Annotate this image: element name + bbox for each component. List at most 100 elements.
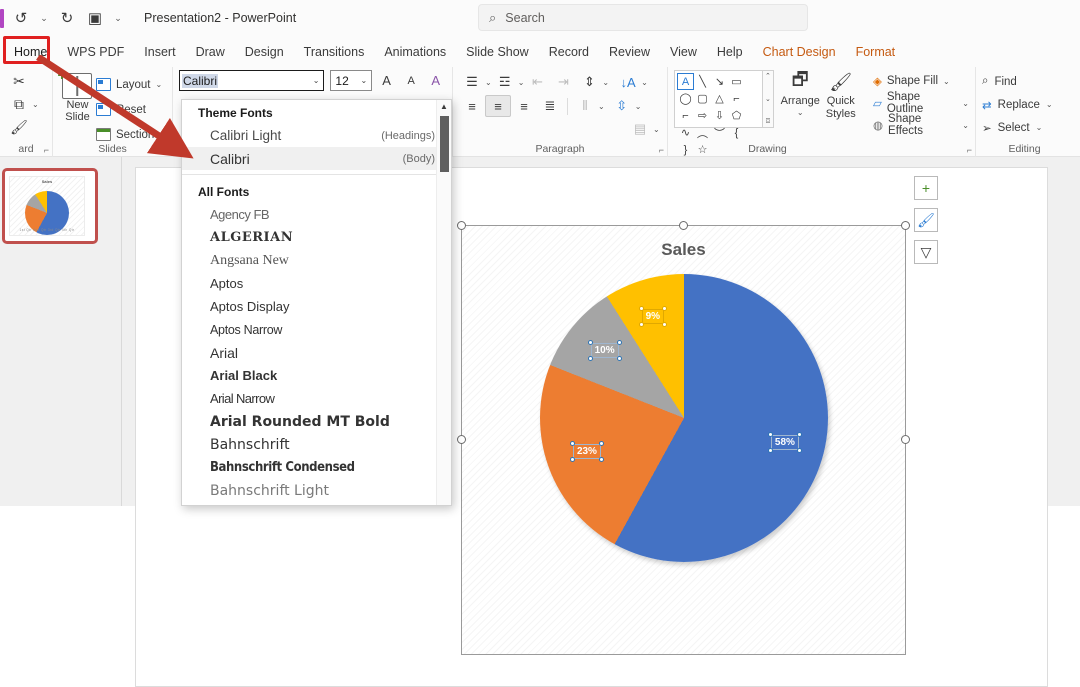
numbering-icon[interactable]: ☲ xyxy=(492,71,518,93)
shape-outline-button[interactable]: ▱ Shape Outline ⌄ xyxy=(873,91,969,115)
increase-indent-icon[interactable]: ⇥ xyxy=(550,71,576,93)
font-option-angsana-new[interactable]: Angsana New xyxy=(182,249,451,272)
tab-insert[interactable]: Insert xyxy=(134,42,185,65)
numbering-caret-icon[interactable]: ⌄ xyxy=(518,78,525,87)
shape-arrow-icon[interactable]: ↘ xyxy=(711,73,728,90)
select-button[interactable]: ➢ Select ⌄ xyxy=(982,116,1067,139)
font-option-bahnschrift-condensed[interactable]: Bahnschrift Condensed xyxy=(182,456,451,479)
find-button[interactable]: ⌕ Find xyxy=(982,70,1067,93)
label-handle[interactable] xyxy=(796,447,802,453)
gallery-scroll-up-icon[interactable]: ⌃ xyxy=(765,72,771,80)
redo-icon[interactable]: ↻ xyxy=(54,5,80,31)
undo-dropdown-icon[interactable]: ⌄ xyxy=(36,5,52,31)
data-label-1[interactable]: 23% xyxy=(569,441,604,463)
label-handle[interactable] xyxy=(796,431,802,437)
shape-oval-icon[interactable]: ◯ xyxy=(677,90,694,107)
layout-button[interactable]: Layout ⌄ xyxy=(95,72,166,97)
reset-button[interactable]: Reset xyxy=(95,97,166,122)
justify-icon[interactable]: ≣ xyxy=(537,95,563,117)
copy-icon[interactable]: ⧉ xyxy=(6,93,32,116)
chart-filters-button[interactable]: ▽ xyxy=(914,240,938,264)
shape-line-icon[interactable]: ╲ xyxy=(694,73,711,90)
tab-design[interactable]: Design xyxy=(235,42,294,65)
font-option-bahnschrift-light[interactable]: Bahnschrift Light xyxy=(182,479,451,502)
present-icon[interactable]: ▣ xyxy=(82,5,108,31)
chart-handle-top-left[interactable] xyxy=(457,221,466,230)
font-option-aptos-narrow[interactable]: Aptos Narrow xyxy=(182,318,451,341)
label-handle[interactable] xyxy=(767,447,773,453)
copy-caret-icon[interactable]: ⌄ xyxy=(32,100,39,109)
decrease-indent-icon[interactable]: ⇤ xyxy=(524,71,550,93)
align-right-icon[interactable]: ≡ xyxy=(511,95,537,117)
tab-format[interactable]: Format xyxy=(846,42,906,65)
data-label-0[interactable]: 58% xyxy=(767,431,802,453)
tab-review[interactable]: Review xyxy=(599,42,660,65)
new-slide-button[interactable]: + New Slide xyxy=(57,67,96,147)
scroll-up-icon[interactable]: ▲ xyxy=(437,102,451,111)
font-option-algerian[interactable]: ALGERIAN xyxy=(182,226,451,249)
tab-wps-pdf[interactable]: WPS PDF xyxy=(57,42,134,65)
bullets-caret-icon[interactable]: ⌄ xyxy=(485,78,492,87)
label-handle[interactable] xyxy=(638,306,644,312)
chart-handle-middle-right[interactable] xyxy=(901,435,910,444)
label-handle[interactable] xyxy=(587,339,593,345)
chart-handle-middle-left[interactable] xyxy=(457,435,466,444)
bullets-icon[interactable]: ☰ xyxy=(459,71,485,93)
label-handle[interactable] xyxy=(587,355,593,361)
chart-elements-button[interactable]: + xyxy=(914,176,938,200)
font-option-aptos-display[interactable]: Aptos Display xyxy=(182,295,451,318)
label-handle[interactable] xyxy=(616,339,622,345)
chart-handle-top-right[interactable] xyxy=(901,221,910,230)
shape-rectangle-icon[interactable]: ▭ xyxy=(728,73,745,90)
customize-qat-icon[interactable]: ⌄ xyxy=(110,5,126,31)
search-box[interactable]: ⌕ Search xyxy=(478,4,808,31)
tab-help[interactable]: Help xyxy=(707,42,753,65)
tab-record[interactable]: Record xyxy=(539,42,599,65)
chart-styles-button[interactable]: 🖌 xyxy=(914,208,938,232)
shape-rounded-rect-icon[interactable]: ▢ xyxy=(694,90,711,107)
line-spacing-icon[interactable]: ⇕ xyxy=(576,71,602,93)
font-dropdown-menu[interactable]: Theme Fonts Calibri Light (Headings) Cal… xyxy=(181,99,452,506)
shape-text-box-icon[interactable]: A xyxy=(677,73,694,90)
shape-fill-button[interactable]: ◈ Shape Fill ⌄ xyxy=(873,70,969,92)
font-size-combobox[interactable]: 12 ⌄ xyxy=(330,70,373,91)
font-option-arial-rounded-mt-bold[interactable]: Arial Rounded MT Bold xyxy=(182,410,451,433)
font-option-calibri[interactable]: Calibri (Body) xyxy=(182,147,451,170)
align-text-icon[interactable]: ⇳ xyxy=(609,95,635,117)
clear-formatting-icon[interactable]: A xyxy=(425,70,446,91)
chart-handle-top-center[interactable] xyxy=(678,221,688,230)
pie-chart-plot-area[interactable] xyxy=(539,274,828,562)
font-option-arial-narrow[interactable]: Arial Narrow xyxy=(182,387,451,410)
align-text-caret-icon[interactable]: ⌄ xyxy=(635,102,642,111)
tab-home[interactable]: Home xyxy=(4,42,57,65)
shape-down-arrow-icon[interactable]: ⇩ xyxy=(711,107,728,124)
label-handle[interactable] xyxy=(616,355,622,361)
format-painter-icon[interactable]: 🖌 xyxy=(6,116,32,139)
gallery-scroll-down-icon[interactable]: ⌄ xyxy=(765,95,771,103)
replace-button[interactable]: ⇄ Replace ⌄ xyxy=(982,93,1067,116)
font-option-bahnschrift[interactable]: Bahnschrift xyxy=(182,433,451,456)
tab-transitions[interactable]: Transitions xyxy=(294,42,375,65)
shape-triangle-icon[interactable]: △ xyxy=(711,90,728,107)
shape-arc-icon[interactable]: ︶ xyxy=(711,124,728,141)
shapes-gallery-scrollbar[interactable]: ⌃ ⌄ ⌼ xyxy=(762,70,774,128)
text-direction-icon[interactable]: ↓A xyxy=(615,71,641,93)
align-center-icon[interactable]: ≡ xyxy=(485,95,511,117)
tab-slide-show[interactable]: Slide Show xyxy=(456,42,539,65)
smartart-caret-icon[interactable]: ⌄ xyxy=(653,125,660,134)
font-option-calibri-light[interactable]: Calibri Light (Headings) xyxy=(182,124,451,147)
font-option-arial[interactable]: Arial xyxy=(182,341,451,364)
cut-icon[interactable]: ✂ xyxy=(6,70,32,93)
line-spacing-caret-icon[interactable]: ⌄ xyxy=(602,78,609,87)
shape-scribble-icon[interactable]: ∿ xyxy=(677,124,694,141)
tab-chart-design[interactable]: Chart Design xyxy=(753,42,846,65)
paragraph-dialog-launcher[interactable]: ⌐ xyxy=(659,145,664,155)
increase-font-size-icon[interactable]: A xyxy=(376,70,397,91)
undo-icon[interactable]: ↺ xyxy=(8,5,34,31)
font-option-aptos[interactable]: Aptos xyxy=(182,272,451,295)
shape-elbow-arrow-icon[interactable]: ⌐ xyxy=(677,107,694,124)
font-name-chevron-down-icon[interactable]: ⌄ xyxy=(313,76,320,85)
shape-left-brace-icon[interactable]: { xyxy=(728,124,745,141)
align-left-icon[interactable]: ≡ xyxy=(459,95,485,117)
columns-caret-icon[interactable]: ⌄ xyxy=(598,102,605,111)
